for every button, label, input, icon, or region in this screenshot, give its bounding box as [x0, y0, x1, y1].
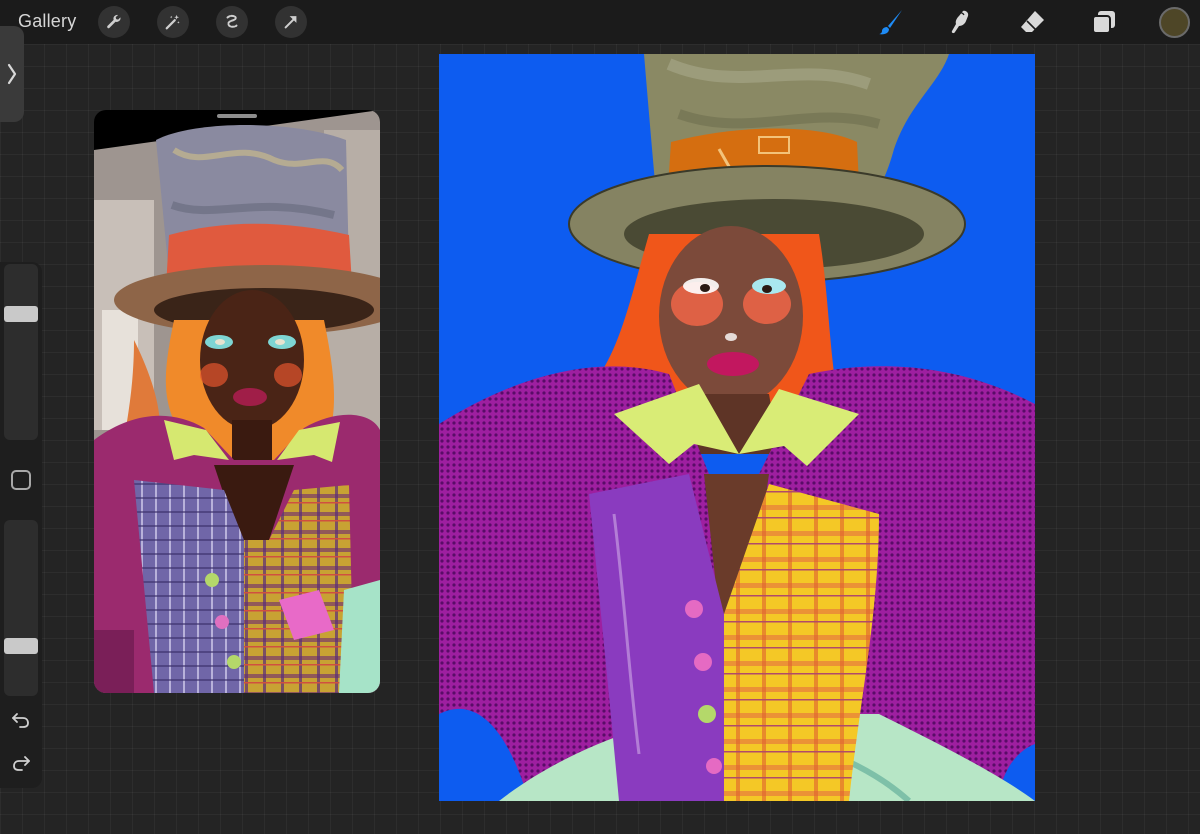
canvas-illustration: [439, 54, 1035, 801]
brush-size-handle[interactable]: [4, 306, 38, 322]
chevron-right-icon: [7, 63, 17, 85]
magic-wand-icon[interactable]: [157, 6, 189, 38]
brush-icon[interactable]: [875, 6, 907, 38]
sidebar-expand-tab[interactable]: [0, 26, 24, 122]
top-toolbar: Gallery: [0, 0, 1200, 44]
wrench-icon[interactable]: [98, 6, 130, 38]
modify-button[interactable]: [11, 470, 31, 490]
layers-icon[interactable]: [1088, 6, 1120, 38]
left-sidebar: [0, 262, 42, 788]
reference-window[interactable]: [94, 110, 380, 693]
reference-photo: [94, 110, 380, 693]
drawing-canvas[interactable]: [439, 54, 1035, 801]
brush-size-slider[interactable]: [4, 264, 38, 440]
undo-icon[interactable]: [9, 708, 33, 732]
opacity-slider[interactable]: [4, 520, 38, 696]
redo-icon[interactable]: [9, 751, 33, 775]
smudge-icon[interactable]: [945, 6, 977, 38]
reference-window-grabber[interactable]: [217, 114, 257, 118]
color-picker-swatch[interactable]: [1159, 7, 1190, 38]
eraser-icon[interactable]: [1016, 6, 1048, 38]
selection-icon[interactable]: [216, 6, 248, 38]
gallery-button[interactable]: Gallery: [18, 11, 76, 32]
transform-arrow-icon[interactable]: [275, 6, 307, 38]
opacity-handle[interactable]: [4, 638, 38, 654]
